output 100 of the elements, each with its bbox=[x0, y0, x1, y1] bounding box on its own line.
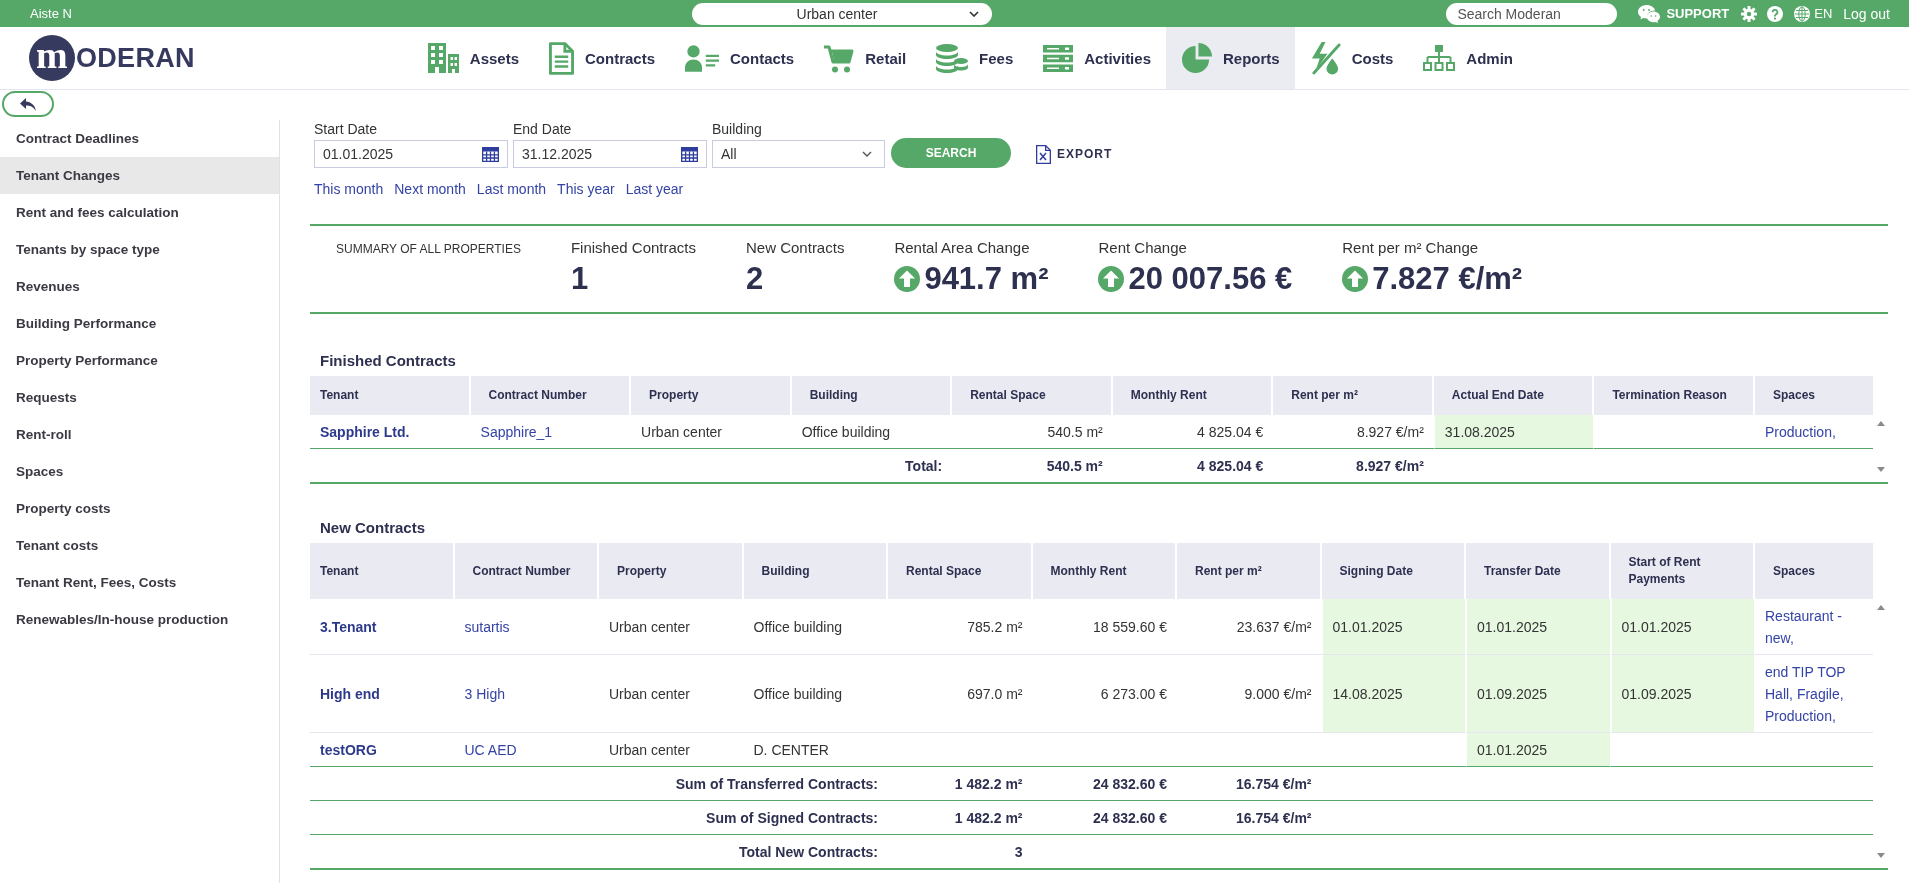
column-header: Termination Reason bbox=[1594, 376, 1755, 415]
tenant-link[interactable]: 3.Tenant bbox=[320, 619, 377, 635]
quick-date-link[interactable]: Last year bbox=[625, 180, 684, 198]
nav-tab[interactable]: Assets bbox=[412, 27, 534, 89]
column-header: Actual End Date bbox=[1433, 376, 1595, 415]
table-link[interactable]: Sapphire_1 bbox=[480, 421, 553, 443]
nav-tab[interactable]: Activities bbox=[1028, 27, 1166, 89]
table-cell: 8.927 €/m² bbox=[1273, 415, 1434, 449]
table-cell: 540.5 m² bbox=[952, 415, 1113, 449]
table-link[interactable]: sutartis bbox=[464, 616, 510, 638]
table-cell: 9.000 €/m² bbox=[1177, 655, 1322, 733]
nav-tab[interactable]: Costs bbox=[1294, 27, 1409, 89]
sidebar-item[interactable]: Renewables/In-house production bbox=[0, 601, 279, 638]
globe-icon[interactable] bbox=[1794, 5, 1811, 22]
table-link[interactable]: Production, bbox=[1765, 421, 1836, 443]
date-cell: 01.01.2025 bbox=[1466, 599, 1611, 655]
metric-value: 2 bbox=[746, 260, 764, 298]
table-link[interactable]: end TIP TOP Hall, Fragile, Production, bbox=[1765, 661, 1863, 727]
sidebar-item[interactable]: Property costs bbox=[0, 490, 279, 527]
nav-tab[interactable]: Contacts bbox=[670, 27, 810, 89]
tenant-link[interactable]: Sapphire Ltd. bbox=[320, 424, 410, 440]
calendar-icon[interactable] bbox=[681, 146, 698, 162]
tenant-link[interactable]: testORG bbox=[320, 742, 377, 758]
chevron-down-icon bbox=[862, 151, 872, 157]
sidebar-item[interactable]: Tenant Rent, Fees, Costs bbox=[0, 564, 279, 601]
nav-tab[interactable]: Fees bbox=[921, 27, 1029, 89]
total-label: Sum of Transferred Contracts: bbox=[310, 767, 888, 801]
building-filter-select[interactable]: All bbox=[712, 140, 885, 168]
sidebar-item[interactable]: Rent and fees calculation bbox=[0, 194, 279, 231]
settings-icon[interactable] bbox=[1741, 5, 1758, 22]
column-header: Contract Number bbox=[454, 543, 599, 599]
column-header: Property bbox=[599, 543, 744, 599]
column-header: Building bbox=[743, 543, 888, 599]
total-label: Total New Contracts: bbox=[738, 843, 879, 862]
document-icon bbox=[549, 41, 574, 75]
table-cell: Office building bbox=[743, 599, 888, 655]
column-header: Monthly Rent bbox=[1032, 543, 1177, 599]
field-label: End Date bbox=[513, 120, 573, 138]
column-header: Spaces bbox=[1755, 376, 1873, 415]
back-button[interactable] bbox=[2, 91, 54, 117]
tenant-link[interactable]: High end bbox=[320, 686, 380, 702]
column-header: Tenant bbox=[310, 543, 455, 599]
sidebar-item[interactable]: Tenants by space type bbox=[0, 231, 279, 268]
sidebar-item[interactable]: Contract Deadlines bbox=[0, 120, 279, 157]
building-select[interactable]: Urban center bbox=[692, 2, 992, 25]
sidebar-item[interactable]: Revenues bbox=[0, 268, 279, 305]
nav-tab[interactable]: Reports bbox=[1166, 27, 1295, 89]
metric-label: Rent Change bbox=[1098, 239, 1188, 257]
sidebar-item[interactable]: Property Performance bbox=[0, 342, 279, 379]
field-label: Building bbox=[712, 120, 763, 138]
field-label: Start Date bbox=[314, 120, 379, 138]
pie-chart-icon bbox=[1181, 42, 1212, 74]
metric-label: Rental Area Change bbox=[894, 239, 1031, 257]
sidebar-item[interactable]: Tenant costs bbox=[0, 527, 279, 564]
table-link[interactable]: 3 High bbox=[464, 683, 505, 705]
scroll-up-icon[interactable] bbox=[1876, 421, 1885, 426]
nav-tab[interactable]: Admin bbox=[1408, 27, 1529, 89]
quick-date-link[interactable]: This year bbox=[557, 180, 615, 198]
scroll-down-icon[interactable] bbox=[1876, 467, 1885, 472]
table-cell: Urban center bbox=[599, 655, 744, 733]
sidebar-item[interactable]: Rent-roll bbox=[0, 416, 279, 453]
nav-tab[interactable]: Contracts bbox=[534, 27, 671, 89]
table-cell: 697.0 m² bbox=[888, 655, 1033, 733]
date-cell: 01.01.2025 bbox=[1466, 733, 1611, 767]
table-link[interactable]: UC AED bbox=[464, 739, 517, 761]
total-value: 1 482.2 m² bbox=[888, 767, 1033, 801]
table-link[interactable]: Restaurant - new, bbox=[1765, 605, 1863, 649]
metric-value: 941.7 m² bbox=[924, 260, 1049, 298]
nav-tab[interactable]: Retail bbox=[809, 27, 922, 89]
help-icon[interactable] bbox=[1767, 5, 1784, 22]
date-cell: 01.01.2025 bbox=[1321, 599, 1466, 655]
logo[interactable]: m ODERAN bbox=[29, 27, 195, 89]
export-button[interactable]: EXPORT bbox=[1036, 140, 1113, 168]
total-value: 4 825.04 € bbox=[1196, 457, 1265, 476]
total-value: 16.754 €/m² bbox=[1177, 767, 1322, 801]
sidebar-item[interactable]: Spaces bbox=[0, 453, 279, 490]
chat-icon[interactable] bbox=[1638, 4, 1661, 23]
sidebar-item[interactable]: Tenant Changes bbox=[0, 157, 279, 194]
date-cell: 01.09.2025 bbox=[1610, 655, 1755, 733]
date-field[interactable]: 31.12.2025 bbox=[513, 140, 707, 168]
column-header: Rent per m² bbox=[1177, 543, 1322, 599]
column-header: Rental Space bbox=[888, 543, 1033, 599]
quick-date-link[interactable]: Next month bbox=[394, 180, 466, 198]
sidebar-item[interactable]: Requests bbox=[0, 379, 279, 416]
quick-date-link[interactable]: Last month bbox=[476, 180, 547, 198]
date-cell: 01.01.2025 bbox=[1610, 599, 1755, 655]
metric-value: 1 bbox=[570, 260, 589, 298]
table-cell: 785.2 m² bbox=[888, 599, 1033, 655]
quick-date-link[interactable]: This month bbox=[314, 180, 384, 198]
back-arrow-icon bbox=[20, 97, 36, 111]
org-chart-icon bbox=[1423, 45, 1456, 71]
date-cell: 31.08.2025 bbox=[1433, 415, 1595, 449]
calendar-icon[interactable] bbox=[482, 146, 499, 162]
table-cell: 4 825.04 € bbox=[1112, 415, 1274, 449]
search-field[interactable]: Search Moderan bbox=[1446, 2, 1618, 25]
scroll-up-icon[interactable] bbox=[1876, 605, 1885, 610]
sidebar-item[interactable]: Building Performance bbox=[0, 305, 279, 342]
scroll-down-icon[interactable] bbox=[1876, 853, 1885, 858]
table-cell: D. CENTER bbox=[743, 733, 888, 767]
date-field[interactable]: 01.01.2025 bbox=[314, 140, 508, 168]
